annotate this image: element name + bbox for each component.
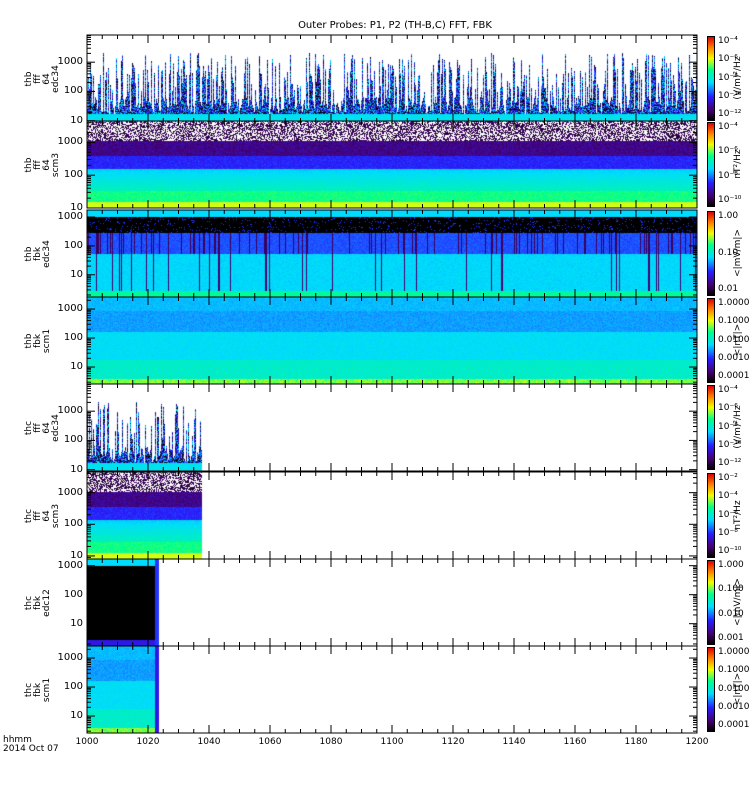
x-tick-label: 1000 — [75, 737, 99, 747]
colorbar — [707, 298, 715, 383]
colorbar — [707, 36, 715, 121]
colorbar-unit-label: (V/m)²/Hz — [733, 404, 743, 449]
date-label: 2014 Oct 07 — [3, 744, 59, 754]
colorbar — [707, 211, 715, 296]
panel-label: thc fff 64 scm3 — [24, 496, 65, 536]
colorbar-unit-label: <|mV/m|> — [733, 228, 743, 277]
y-tick-label: 1000 — [57, 559, 83, 571]
panel-thb-fff-64-scm3 — [86, 120, 698, 209]
x-tick-label: 1060 — [258, 737, 282, 747]
spectrogram-figure: Outer Probes: P1, P2 (TH-B,C) FFT, FBK h… — [0, 0, 750, 800]
panel-label: thc fbk edc12 — [24, 583, 65, 623]
colorbar — [707, 560, 715, 645]
colorbar-unit-label: <|nT|> — [733, 323, 743, 356]
panel-frame — [86, 383, 698, 472]
panel-thc-fbk-edc12 — [86, 558, 698, 647]
colorbar — [707, 122, 715, 207]
panel-axes — [86, 471, 698, 560]
x-tick-label: 1120 — [441, 737, 465, 747]
panel-axes — [86, 120, 698, 209]
panel-label-line: edc34 — [51, 413, 61, 442]
panel-axes — [86, 383, 698, 472]
panel-label: thb fbk scm1 — [24, 321, 65, 361]
x-tick-label: 1180 — [624, 737, 648, 747]
panel-label-line: edc12 — [42, 588, 52, 617]
panel-label: thb fbk edc34 — [24, 234, 65, 274]
colorbar-unit-label: (V/m)²/Hz — [733, 55, 743, 100]
colorbar — [707, 385, 715, 470]
panel-thb-fbk-edc34 — [86, 209, 698, 298]
panel-thc-fbk-scm1 — [86, 645, 698, 734]
y-tick-label: 10 — [70, 710, 83, 722]
x-tick-label: 1080 — [319, 737, 343, 747]
panel-frame — [86, 120, 698, 209]
panel-frame — [86, 645, 698, 734]
panel-axes — [86, 645, 698, 734]
panel-thb-fbk-scm1 — [86, 296, 698, 385]
x-tick-label: 1140 — [502, 737, 526, 747]
x-tick-label: 1160 — [563, 737, 587, 747]
colorbar-unit-label: <|nT|> — [733, 672, 743, 705]
panel-label-line: scm3 — [51, 503, 61, 528]
colorbar — [707, 473, 715, 558]
x-tick-label: 1040 — [197, 737, 221, 747]
panel-frame — [86, 209, 698, 298]
panel-frame — [86, 34, 698, 123]
panel-axes — [86, 296, 698, 385]
x-tick-label: 1020 — [136, 737, 160, 747]
y-tick-label: 10 — [70, 114, 83, 126]
panel-axes — [86, 34, 698, 123]
panel-label-line: scm3 — [51, 152, 61, 177]
colorbar-unit-label: <|mV/m|> — [733, 577, 743, 626]
panel-label: thb fff 64 scm3 — [24, 145, 65, 185]
colorbar — [707, 647, 715, 732]
x-tick-label: 1200 — [685, 737, 709, 747]
panel-label: thc fff 64 edc34 — [24, 408, 65, 448]
y-tick-label: 1000 — [57, 652, 83, 664]
panel-label-line: scm1 — [42, 328, 52, 353]
colorbar-unit-label: nT²/Hz — [733, 499, 743, 530]
y-tick-label: 10 — [70, 463, 83, 475]
y-tick-label: 10 — [70, 361, 83, 373]
panel-thc-fff-64-edc34 — [86, 383, 698, 472]
panel-label: thb fff 64 edc34 — [24, 59, 65, 99]
panel-label: thc fbk scm1 — [24, 670, 65, 710]
panel-axes — [86, 558, 698, 647]
colorbar-unit-label: nT²/Hz — [733, 148, 743, 179]
panel-frame — [86, 296, 698, 385]
panel-frame — [86, 471, 698, 560]
y-tick-label: 1000 — [57, 303, 83, 315]
y-tick-label: 1000 — [57, 211, 83, 223]
figure-title: Outer Probes: P1, P2 (TH-B,C) FFT, FBK — [298, 20, 492, 31]
panel-frame — [86, 558, 698, 647]
x-tick-label: 1100 — [380, 737, 404, 747]
panel-thc-fff-64-scm3 — [86, 471, 698, 560]
panel-label-line: scm1 — [42, 677, 52, 702]
panel-thb-fff-64-edc34 — [86, 34, 698, 123]
panel-label-line: edc34 — [42, 239, 52, 268]
panel-label-line: edc34 — [51, 64, 61, 93]
panel-axes — [86, 209, 698, 298]
